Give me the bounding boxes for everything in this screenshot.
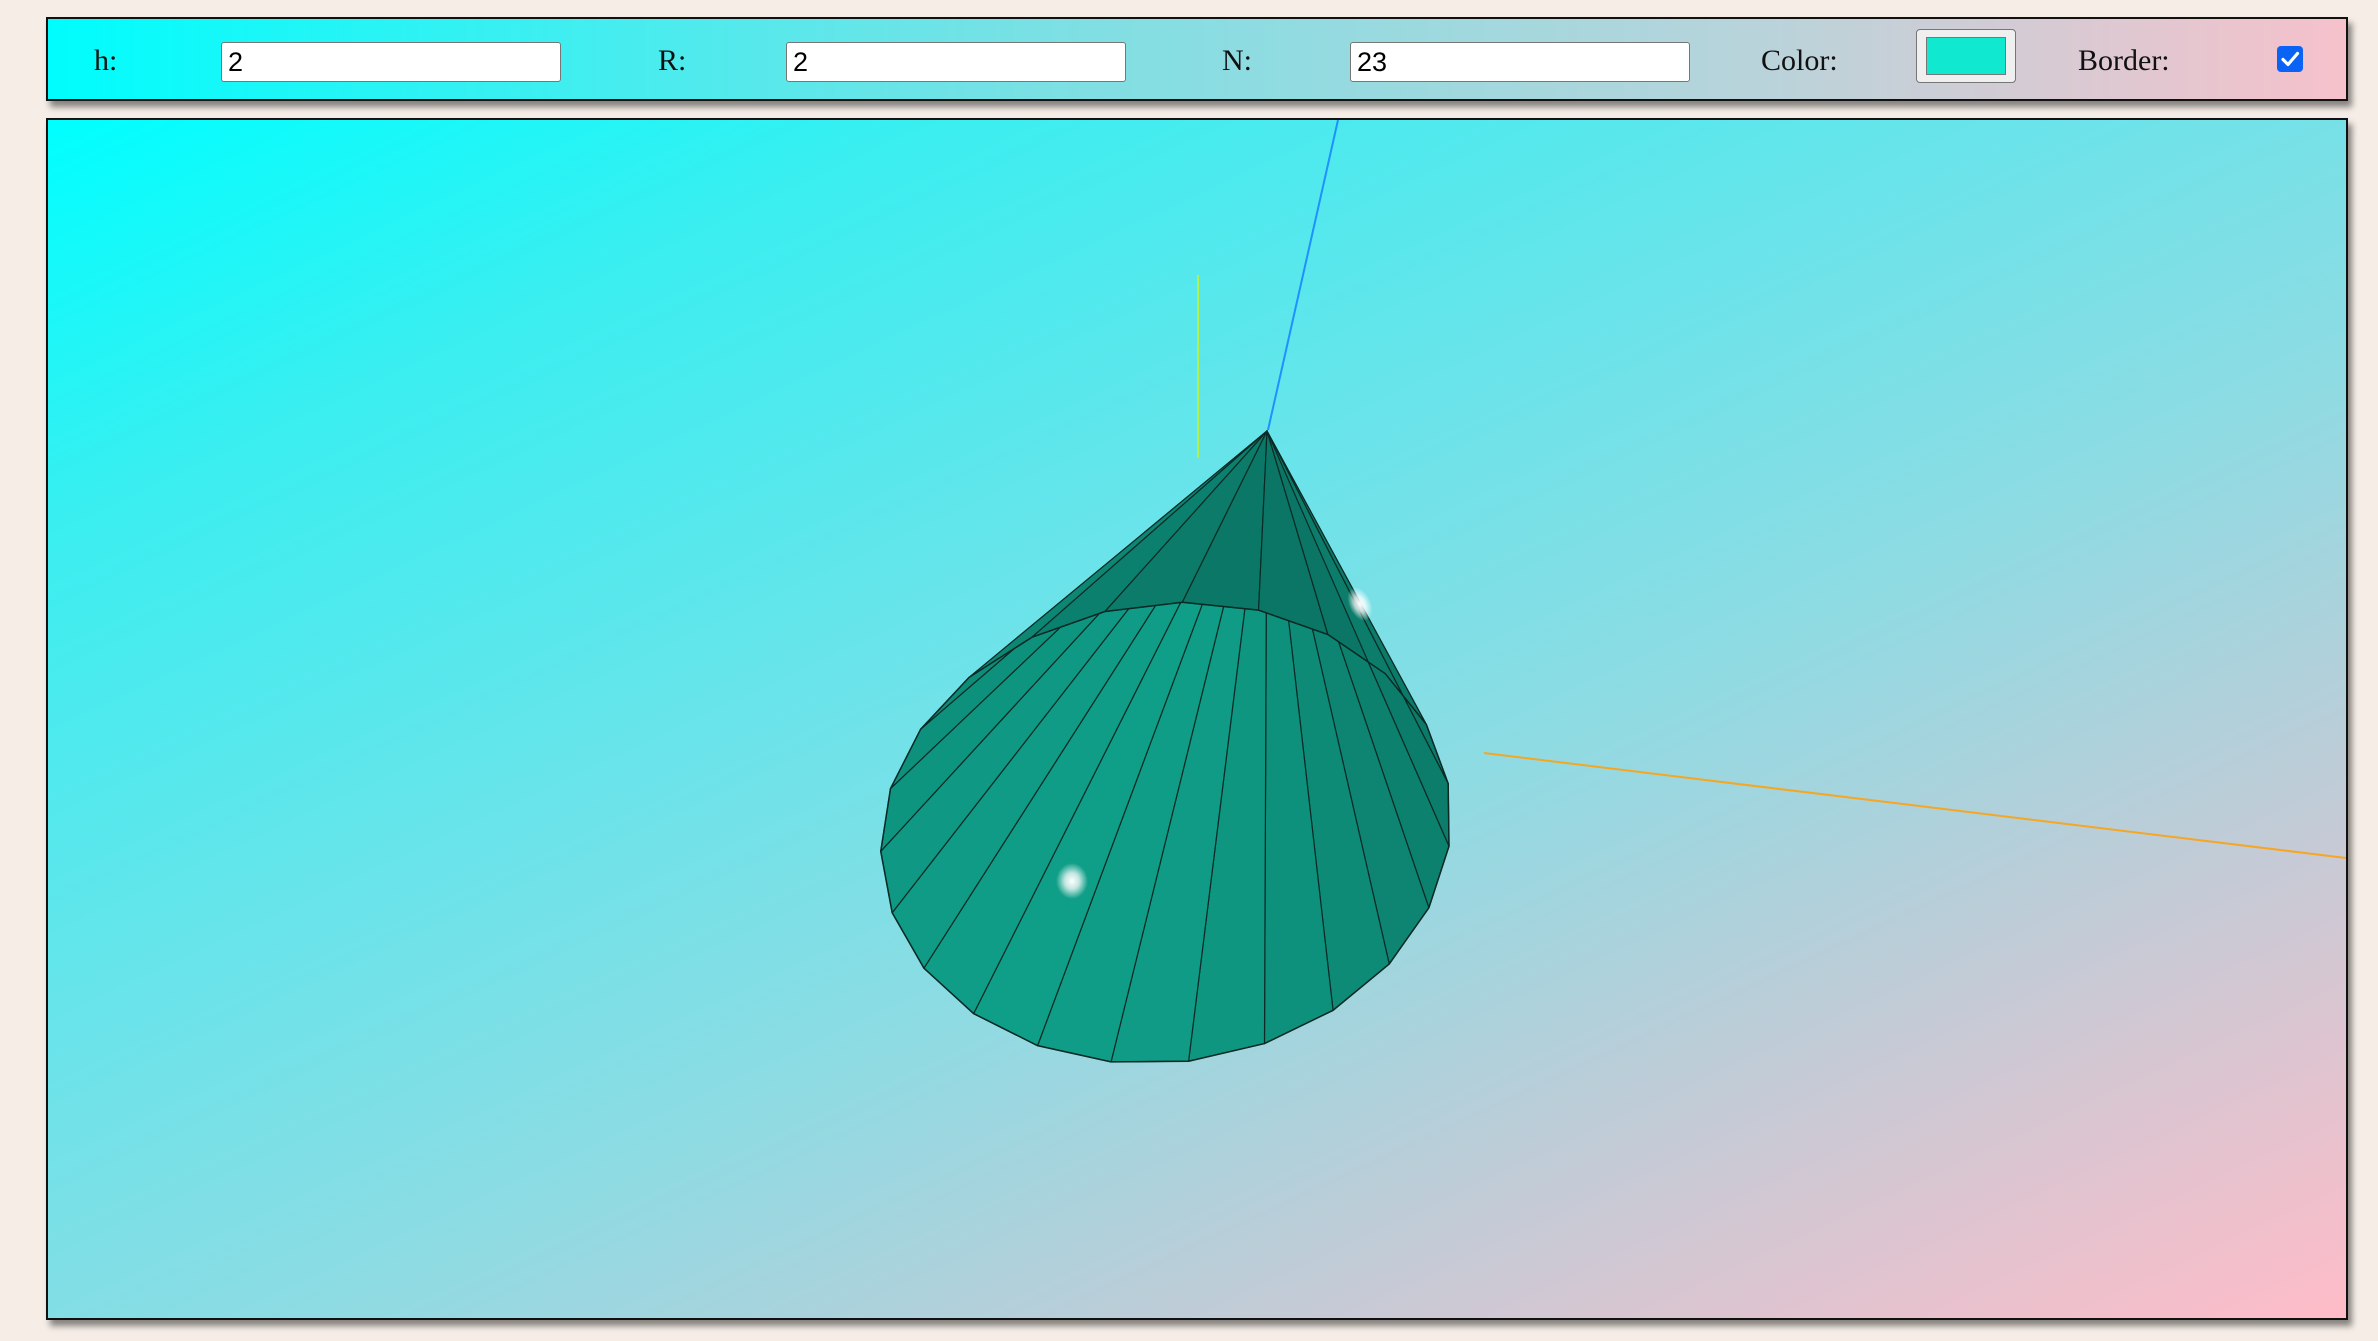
specular-highlight (1056, 863, 1088, 899)
border-label: Border: (2078, 44, 2170, 77)
3d-viewport[interactable] (46, 118, 2348, 1320)
r-input[interactable] (786, 42, 1126, 82)
n-input[interactable] (1350, 42, 1690, 82)
n-label: N: (1222, 44, 1252, 77)
z-axis-line (1267, 120, 1339, 431)
cone-scene (879, 120, 2346, 1063)
color-swatch (1926, 37, 2006, 75)
checkmark-icon (2281, 51, 2300, 67)
h-input[interactable] (221, 42, 561, 82)
h-label: h: (94, 44, 118, 77)
border-checkbox[interactable] (2277, 46, 2303, 72)
color-picker[interactable] (1916, 29, 2016, 83)
r-label: R: (658, 44, 687, 77)
color-label: Color: (1761, 44, 1838, 77)
x-axis-line (1483, 752, 2346, 859)
control-toolbar: h: R: N: Color: Border: (46, 17, 2348, 101)
